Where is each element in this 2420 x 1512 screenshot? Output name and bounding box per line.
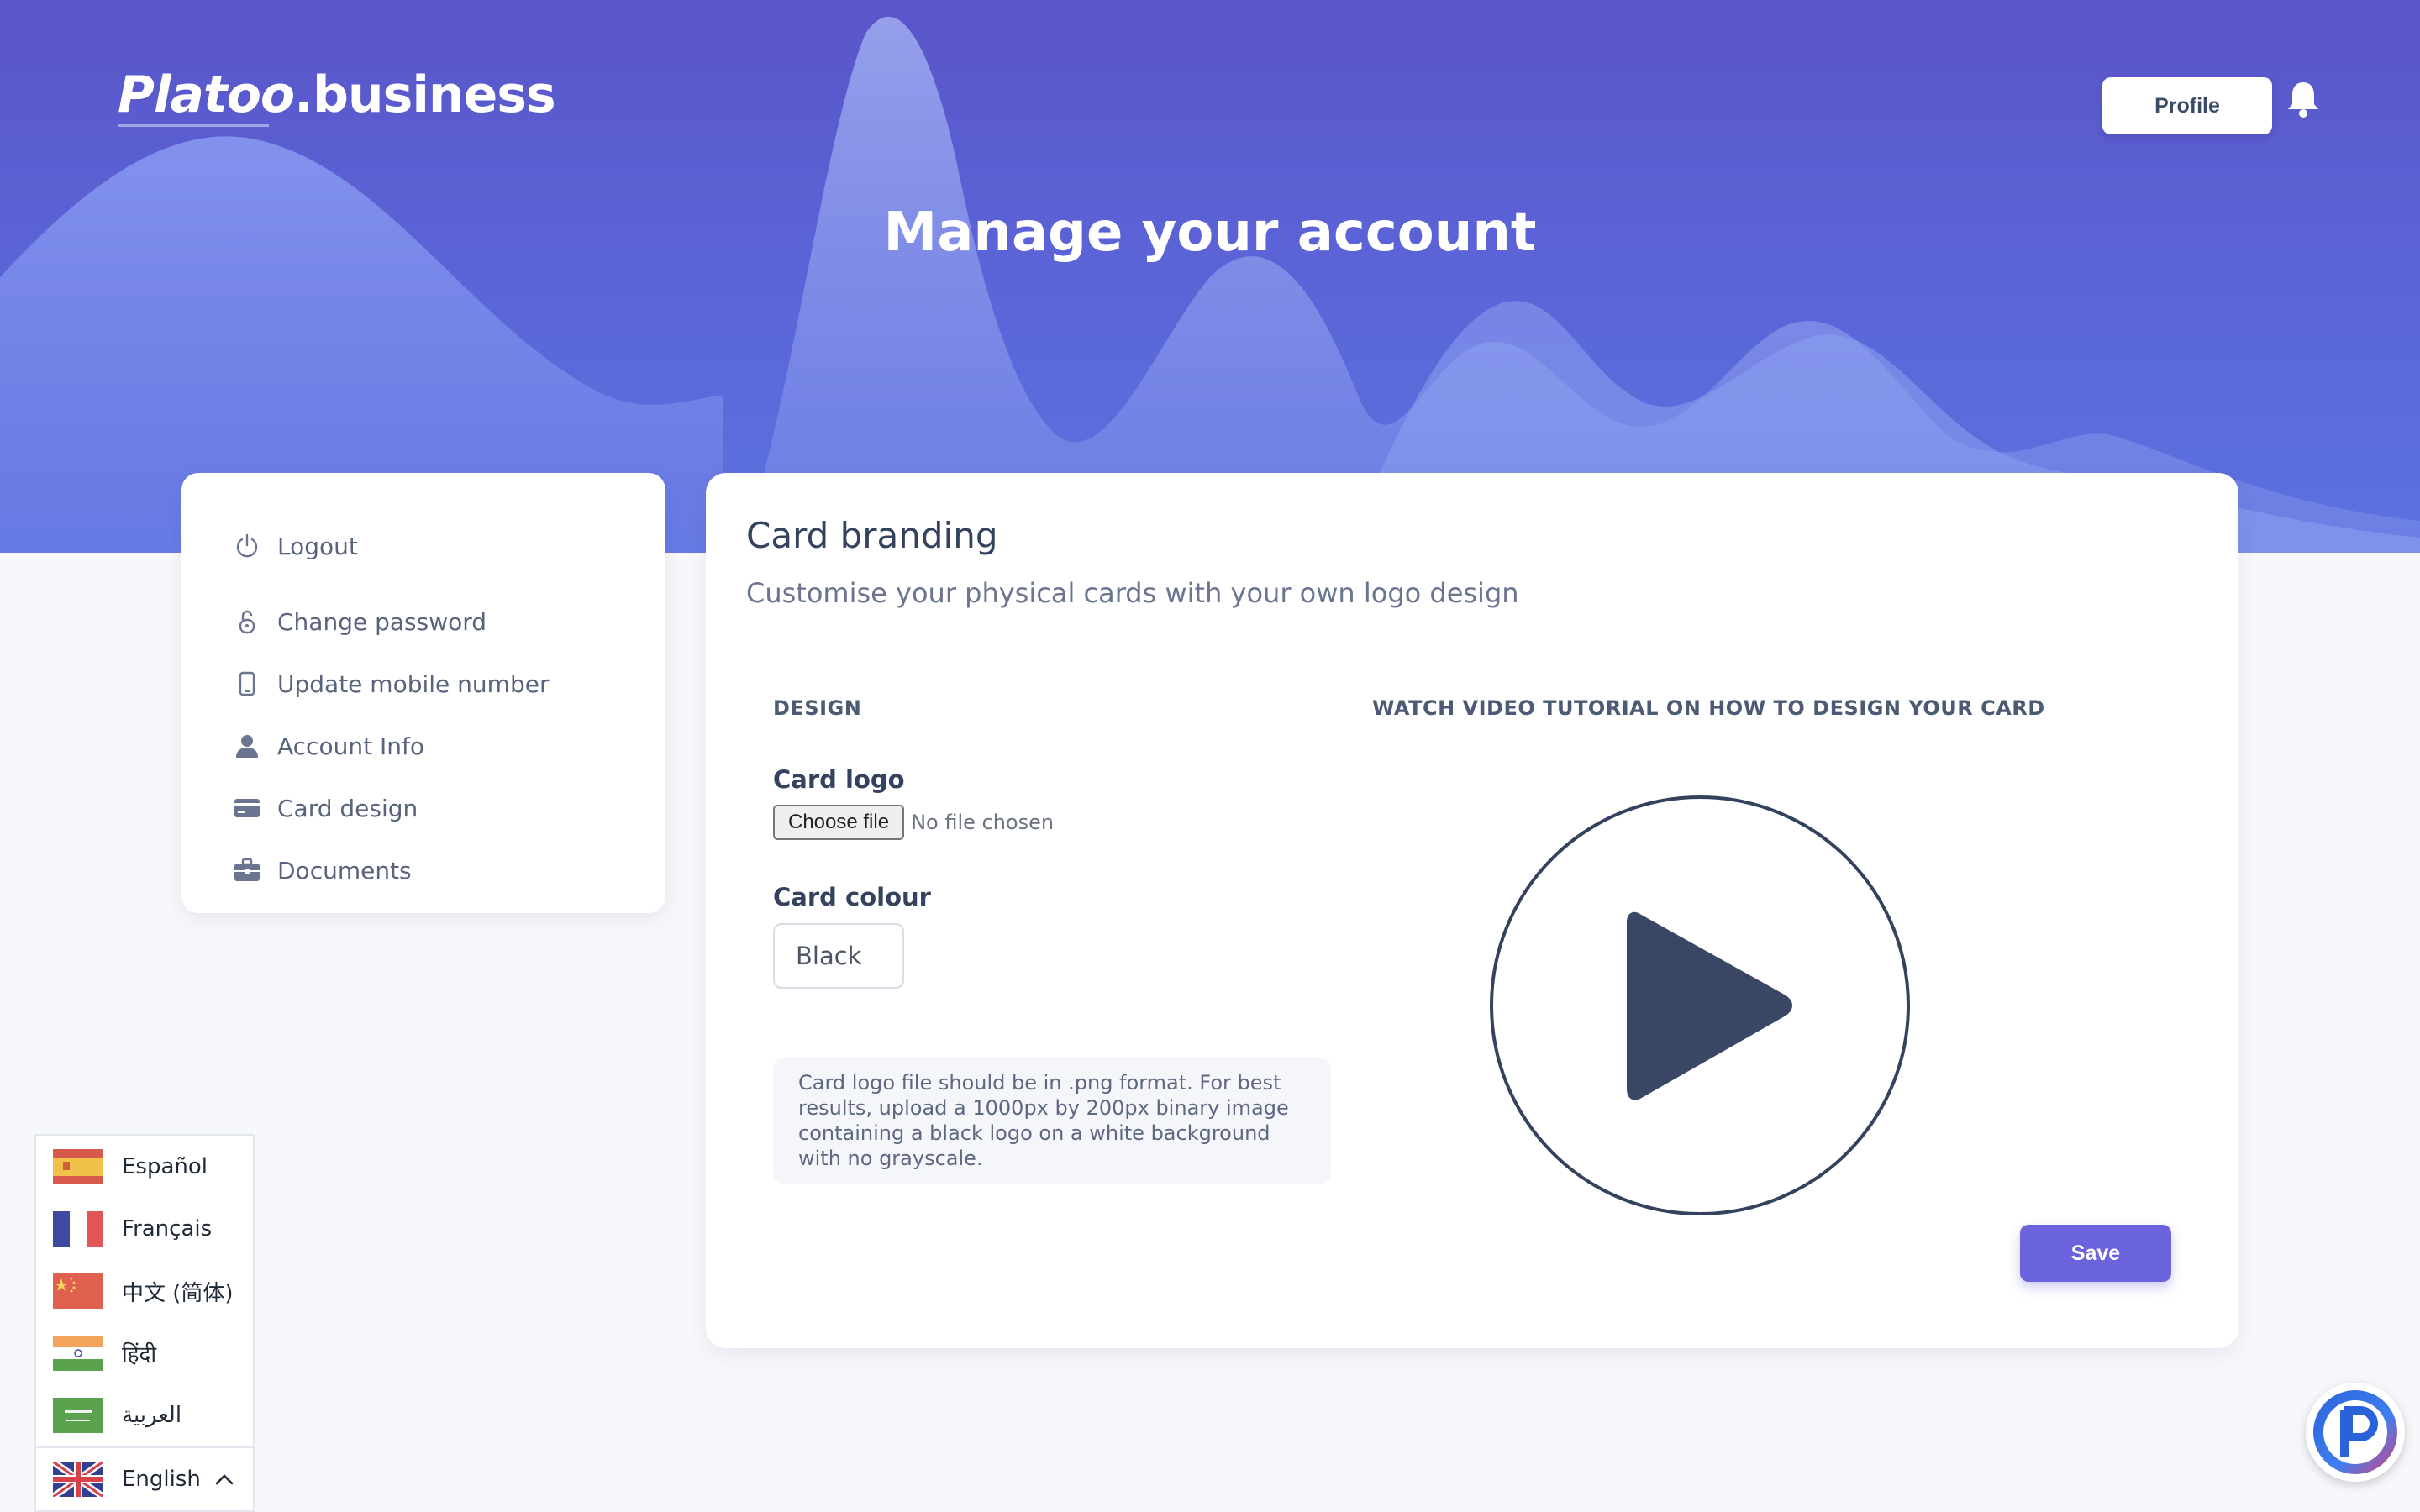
panel-subtitle: Customise your physical cards with your … [746,577,1519,609]
sidebar-item-card-design[interactable]: Card design [182,777,666,839]
sidebar-item-label: Update mobile number [277,669,550,698]
play-icon [1490,795,1910,1215]
logo-brand: Platoo [118,66,295,124]
choose-file-button[interactable]: Choose file [773,805,905,840]
panel-title: Card branding [746,515,998,556]
india-flag-icon [53,1336,103,1371]
power-icon [234,533,260,559]
sidebar-item-update-mobile[interactable]: Update mobile number [182,653,666,715]
credit-card-icon [234,795,260,822]
sidebar-item-label: Change password [277,607,487,636]
bell-icon[interactable] [2286,79,2321,119]
language-option-es[interactable]: Español [36,1136,253,1198]
language-label: Français [122,1216,213,1242]
chat-widget-button[interactable] [2306,1383,2405,1482]
card-logo-file-input[interactable]: Choose file No file chosen [773,805,1054,840]
card-colour-select[interactable]: Black [773,923,904,989]
page-title: Manage your account [883,202,1537,264]
france-flag-icon [53,1211,103,1247]
uk-flag-icon [53,1462,103,1497]
language-current-label: English [122,1467,201,1492]
language-option-hi[interactable]: हिंदी [36,1322,253,1384]
sidebar-item-logout[interactable]: Logout [182,515,666,577]
save-button[interactable]: Save [2020,1225,2171,1282]
card-logo-label: Card logo [773,765,905,794]
language-option-ar[interactable]: العربية [36,1384,253,1446]
phone-icon [234,670,260,697]
user-icon [234,732,260,759]
saudi-flag-icon [53,1398,103,1433]
language-label: 中文 (简体) [122,1280,234,1306]
china-flag-icon [53,1273,103,1309]
lock-icon [234,608,260,635]
sidebar-item-documents[interactable]: Documents [182,839,666,901]
language-label: العربية [122,1403,182,1428]
language-selector-current[interactable]: English [36,1446,253,1510]
sidebar-item-label: Documents [277,856,412,885]
platoo-logo-icon [2313,1390,2397,1474]
language-label: हिंदी [122,1342,157,1368]
video-section-label: WATCH VIDEO TUTORIAL ON HOW TO DESIGN YO… [1372,696,2045,720]
logo-suffix: .business [294,66,556,124]
hero-banner: Platoo.business Profile Manage your acco… [0,0,2420,553]
sidebar-item-account-info[interactable]: Account Info [182,715,666,777]
sidebar-item-label: Logout [277,532,358,560]
logo-format-hint: Card logo file should be in .png format.… [773,1057,1331,1184]
sidebar-item-label: Card design [277,794,418,822]
language-option-zh[interactable]: 中文 (简体) [36,1260,253,1322]
language-label: Español [122,1154,208,1179]
file-status: No file chosen [911,811,1055,834]
sidebar-item-label: Account Info [277,732,424,760]
profile-button[interactable]: Profile [2102,77,2272,134]
logo[interactable]: Platoo.business [118,66,556,124]
card-branding-panel: Card branding Customise your physical ca… [706,473,2238,1348]
card-colour-label: Card colour [773,883,931,911]
chevron-up-icon [214,1467,234,1492]
play-video-button[interactable] [1489,795,1911,1216]
spain-flag-icon [53,1149,103,1184]
sidebar-item-change-password[interactable]: Change password [182,591,666,653]
logo-underline [118,124,269,127]
account-sidebar: Logout Change password Update mobile num… [182,473,666,913]
language-option-fr[interactable]: Français [36,1198,253,1260]
language-menu: Español Français 中文 (简体) हिंदी العربية E… [34,1134,255,1512]
briefcase-icon [234,857,260,884]
design-section-label: DESIGN [773,696,862,720]
